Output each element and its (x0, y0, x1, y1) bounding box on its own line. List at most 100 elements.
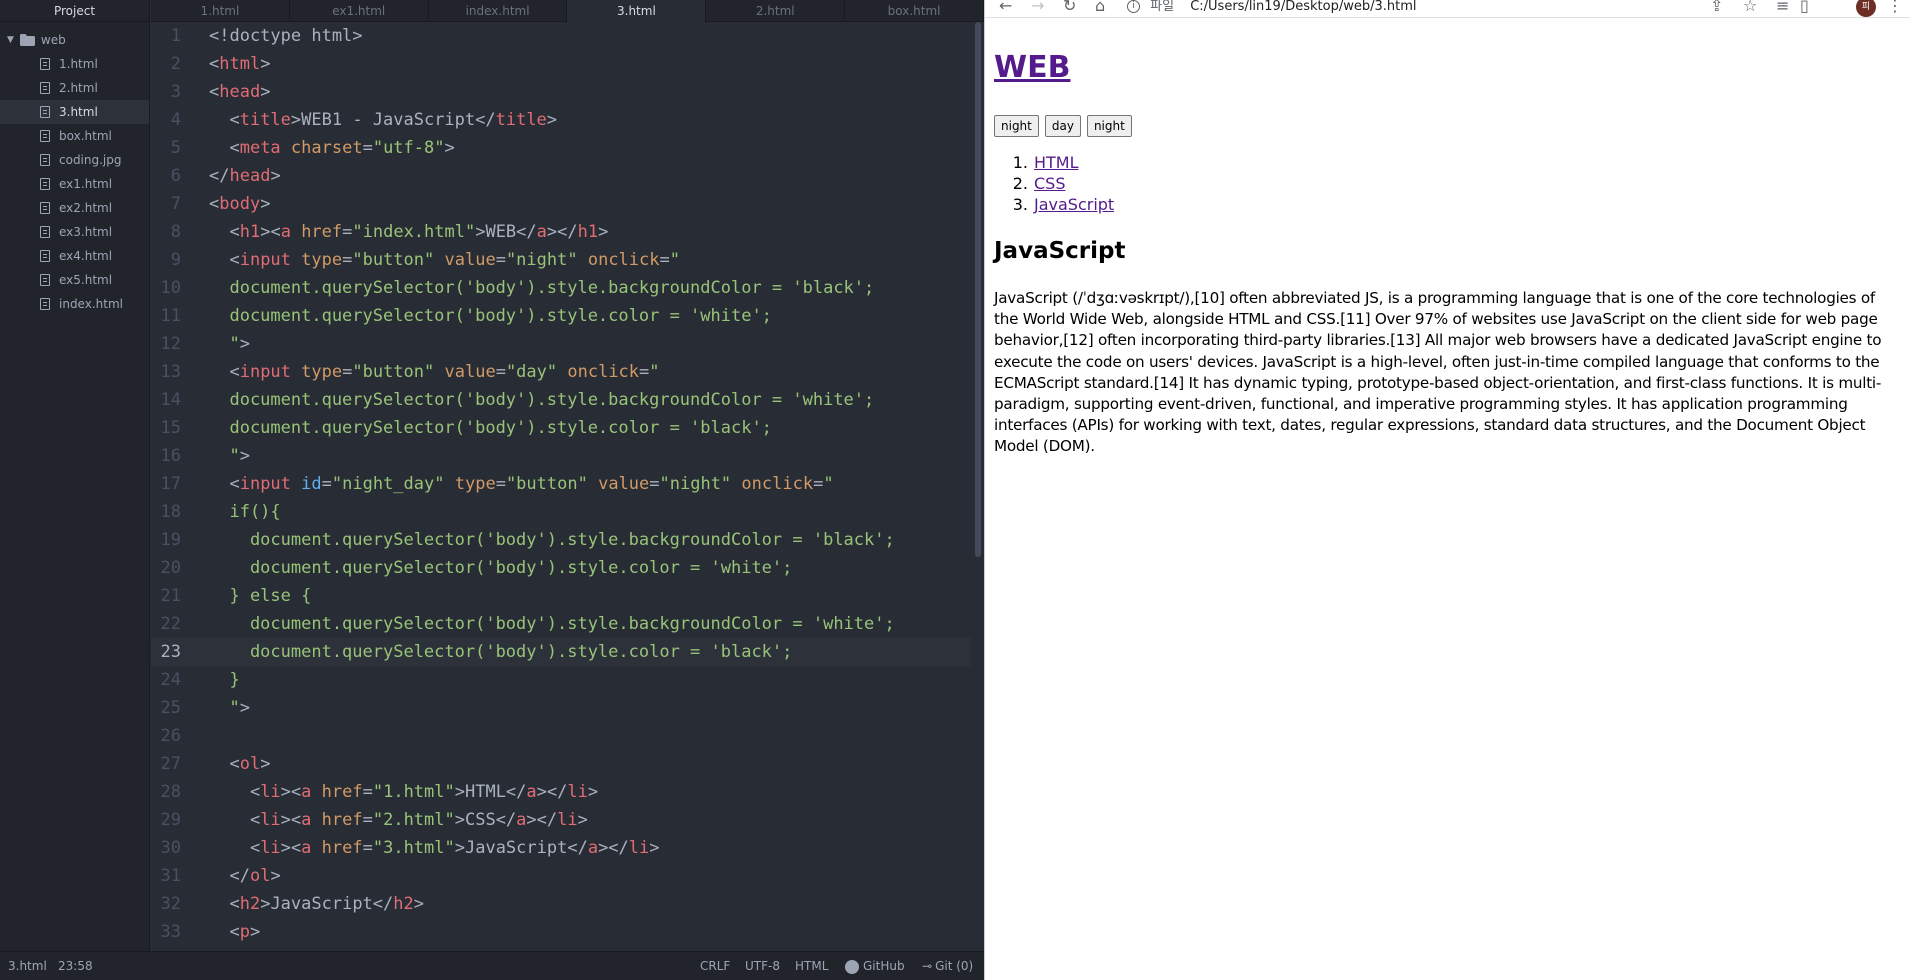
code-line[interactable]: 10 document.querySelector('body').style.… (151, 274, 971, 302)
code-line[interactable]: 1 <!doctype html> (151, 22, 971, 50)
editor-tab[interactable]: 1.html (151, 0, 290, 22)
status-cursor-position[interactable]: 23:58 (58, 952, 93, 980)
code-token: a (301, 838, 312, 858)
address-bar[interactable]: i 파일 C:/Users/lin19/Desktop/web/3.html (1123, 0, 1698, 15)
status-github-button[interactable]: GitHub (845, 952, 905, 980)
status-line-ending[interactable]: CRLF (700, 952, 730, 980)
tree-file-item[interactable]: 2.html (0, 76, 149, 100)
line-number: 13 (160, 362, 181, 382)
profile-avatar[interactable]: 피 (1856, 0, 1876, 17)
home-icon[interactable]: ⌂ (1095, 0, 1105, 15)
site-info-icon[interactable]: i (1127, 0, 1140, 13)
reload-icon[interactable]: ↻ (1063, 0, 1076, 15)
code-line[interactable]: 21 } else { (151, 582, 971, 610)
line-number: 10 (160, 278, 181, 298)
code-token: li (567, 782, 588, 802)
status-git-label: Git (0) (935, 959, 974, 973)
code-token: < (209, 474, 240, 494)
address-url[interactable]: C:/Users/lin19/Desktop/web/3.html (1190, 0, 1416, 14)
tree-file-item[interactable]: index.html (0, 292, 149, 316)
status-git-button[interactable]: ⊸ Git (0) (922, 952, 973, 980)
tree-file-item[interactable]: box.html (0, 124, 149, 148)
editor-tab[interactable]: index.html (429, 0, 568, 22)
code-line[interactable]: 6 </head> (151, 162, 971, 190)
list-link-javascript[interactable]: JavaScript (1034, 194, 1114, 215)
code-token: href (321, 810, 363, 830)
line-number: 2 (170, 54, 181, 74)
code-line[interactable]: 20 document.querySelector('body').style.… (151, 554, 971, 582)
page-heading-link[interactable]: WEB (994, 50, 1070, 85)
code-line[interactable]: 13 <input type="button" value="day" oncl… (151, 358, 971, 386)
status-grammar[interactable]: HTML (795, 952, 828, 980)
line-number: 18 (160, 502, 181, 522)
editor-tab[interactable]: 2.html (706, 0, 846, 22)
code-line[interactable]: 3 <head> (151, 78, 971, 106)
code-line[interactable]: 19 document.querySelector('body').style.… (151, 526, 971, 554)
back-arrow-icon[interactable]: ← (999, 0, 1012, 15)
tree-file-item[interactable]: coding.jpg (0, 148, 149, 172)
list-link-css[interactable]: CSS (1034, 173, 1065, 194)
tree-file-item[interactable]: 3.html (0, 100, 149, 124)
code-line[interactable]: 9 <input type="button" value="night" onc… (151, 246, 971, 274)
code-token: href (301, 222, 343, 242)
night-button[interactable]: night (994, 115, 1039, 137)
code-line[interactable]: 14 document.querySelector('body').style.… (151, 386, 971, 414)
night-day-toggle-button[interactable]: night (1086, 115, 1132, 137)
tree-file-item[interactable]: ex1.html (0, 172, 149, 196)
editor-tab[interactable]: 3.html (567, 0, 707, 23)
code-line[interactable]: 31 </ol> (151, 862, 971, 890)
status-encoding[interactable]: UTF-8 (745, 952, 780, 980)
code-line[interactable]: 29 <li><a href="2.html">CSS</a></li> (151, 806, 971, 834)
editor-vertical-scrollbar[interactable] (975, 22, 981, 557)
kebab-menu-icon[interactable]: ⋮ (1887, 0, 1903, 15)
code-line[interactable]: 2 <html> (151, 50, 971, 78)
media-controls-icon[interactable]: ≡ (1776, 0, 1789, 15)
code-line[interactable]: 15 document.querySelector('body').style.… (151, 414, 971, 442)
code-line[interactable]: 23 document.querySelector('body').style.… (151, 638, 971, 666)
code-line[interactable]: 11 document.querySelector('body').style.… (151, 302, 971, 330)
code-line[interactable]: 27 <ol> (151, 750, 971, 778)
list-link-html[interactable]: HTML (1034, 152, 1079, 173)
code-line[interactable]: 22 document.querySelector('body').style.… (151, 610, 971, 638)
code-token: ol (239, 754, 261, 774)
editor-tab[interactable]: box.html (845, 0, 984, 22)
code-token: " (209, 334, 240, 354)
tree-file-item[interactable]: ex3.html (0, 220, 149, 244)
code-line[interactable]: 18 if(){ (151, 498, 971, 526)
code-line[interactable]: 17 <input id="night_day" type="button" v… (151, 470, 971, 498)
code-line[interactable]: 30 <li><a href="3.html">JavaScript</a></… (151, 834, 971, 862)
share-icon[interactable]: ⇪ (1710, 0, 1723, 15)
code-line[interactable]: 26 (151, 722, 971, 750)
bookmark-star-icon[interactable]: ☆ (1743, 0, 1757, 15)
code-line[interactable]: 25 "> (151, 694, 971, 722)
code-line[interactable]: 32 <h2>JavaScript</h2> (151, 890, 971, 918)
tree-file-item[interactable]: 1.html (0, 52, 149, 76)
code-line[interactable]: 28 <li><a href="1.html">HTML</a></li> (151, 778, 971, 806)
code-line[interactable]: 16 "> (151, 442, 971, 470)
editor-tab[interactable]: ex1.html (290, 0, 429, 22)
day-button[interactable]: day (1044, 115, 1081, 137)
code-line[interactable]: 7 <body> (151, 190, 971, 218)
tree-folder-label: web (40, 33, 66, 47)
line-number: 17 (160, 474, 181, 494)
code-line[interactable]: 5 <meta charset="utf-8"> (151, 134, 971, 162)
code-line-text: "> (209, 330, 250, 358)
code-token: li (260, 810, 281, 830)
tree-file-item[interactable]: ex5.html (0, 268, 149, 292)
tree-file-item[interactable]: ex2.html (0, 196, 149, 220)
code-line[interactable]: 12 "> (151, 330, 971, 358)
tree-folder-web[interactable]: ▼ web (0, 28, 149, 52)
line-number: 11 (160, 306, 181, 326)
side-panel-icon[interactable]: ▯ (1800, 0, 1809, 15)
code-token: a (526, 782, 537, 802)
tree-file-item[interactable]: ex4.html (0, 244, 149, 268)
status-file-name[interactable]: 3.html (8, 952, 47, 980)
code-line[interactable]: 8 <h1><a href="index.html">WEB</a></h1> (151, 218, 971, 246)
code-line[interactable]: 33 <p> (151, 918, 971, 946)
code-line[interactable]: 24 } (151, 666, 971, 694)
code-token: input (239, 474, 291, 494)
code-area[interactable]: 1 <!doctype html> 2 <html> 3 <head> 4 <title>W… (151, 22, 971, 951)
code-line[interactable]: 4 <title>WEB1 - JavaScript</title> (151, 106, 971, 134)
forward-arrow-icon[interactable]: → (1031, 0, 1044, 15)
